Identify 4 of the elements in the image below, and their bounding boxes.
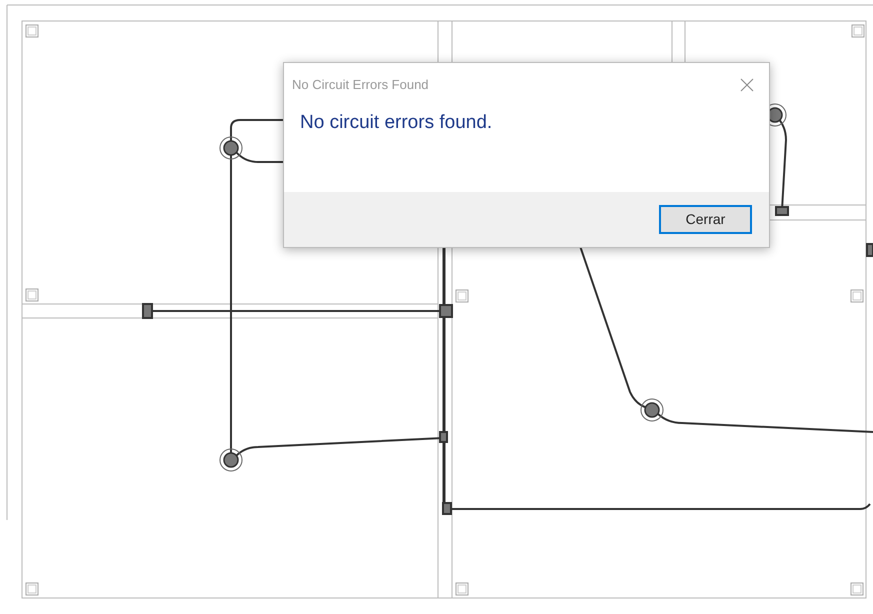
close-button[interactable]: Cerrar	[659, 205, 752, 234]
dialog-title: No Circuit Errors Found	[292, 76, 429, 94]
close-icon[interactable]	[739, 77, 755, 93]
dialog-message: No circuit errors found.	[300, 112, 492, 133]
